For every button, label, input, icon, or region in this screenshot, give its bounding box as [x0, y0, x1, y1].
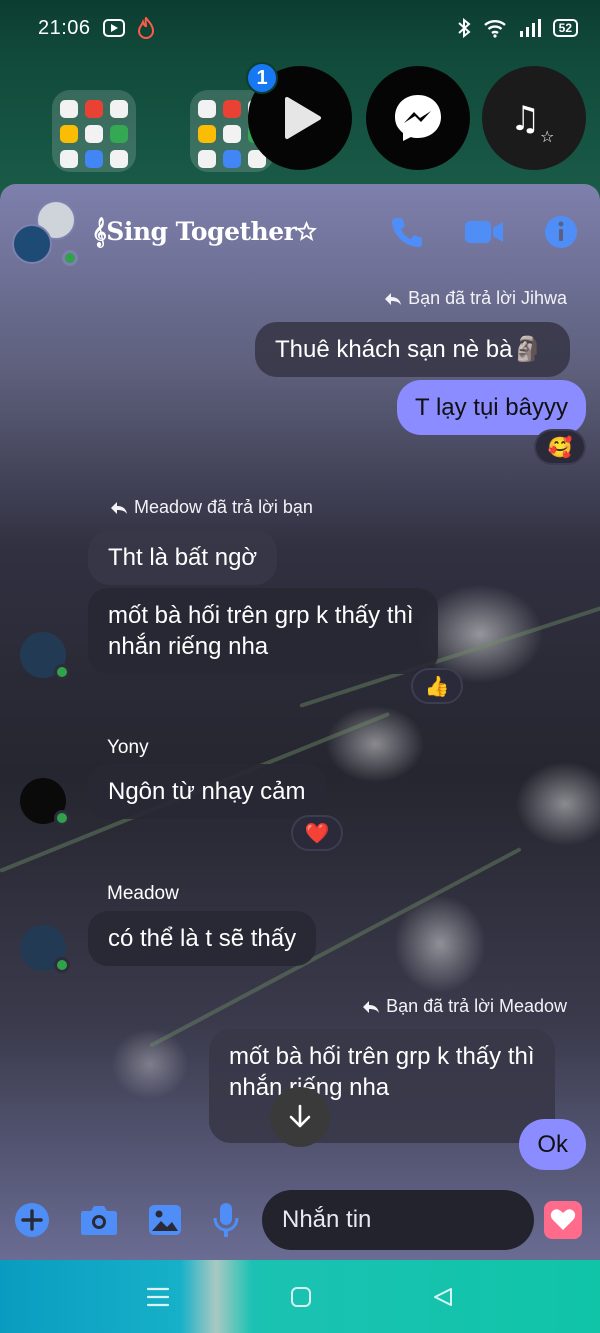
bluetooth-icon	[457, 18, 471, 38]
play-bubble[interactable]: 1	[246, 62, 352, 170]
app-folder-google[interactable]	[52, 90, 136, 172]
online-indicator	[54, 810, 70, 826]
sender-name: Meadow	[107, 883, 179, 904]
messenger-chat-panel: 𝄞Sing Together☆ Bạn đã trả lời Jihwa Thu…	[0, 184, 600, 1260]
home-screen-background: 1 ♫ ☆	[0, 56, 600, 196]
heart-send-button[interactable]	[544, 1200, 582, 1239]
status-time: 21:06	[38, 16, 91, 39]
reply-note: Bạn đã trả lời Meadow	[362, 996, 567, 1017]
messenger-icon	[395, 95, 441, 141]
quoted-message[interactable]: Tht là bất ngờ	[88, 530, 278, 585]
chat-header: 𝄞Sing Together☆	[0, 184, 600, 280]
incoming-message[interactable]: có thể là t sẽ thấy	[88, 911, 317, 966]
member-avatar	[12, 224, 52, 264]
plus-icon[interactable]	[14, 1202, 50, 1238]
battery-indicator: 52	[552, 19, 578, 37]
outgoing-message[interactable]: Ok	[519, 1119, 586, 1170]
chat-head-group-bubble[interactable]: ♫ ☆	[482, 66, 586, 170]
notification-badge: 1	[246, 62, 278, 94]
sender-avatar[interactable]	[20, 632, 70, 680]
scroll-down-arrow-icon	[289, 1104, 311, 1128]
phone-icon[interactable]	[390, 215, 424, 249]
online-indicator	[62, 250, 78, 266]
chat-title[interactable]: 𝄞Sing Together☆	[92, 217, 317, 247]
group-avatar[interactable]	[12, 200, 78, 266]
outgoing-message[interactable]: T lạy tụi bâyyy	[397, 380, 586, 435]
messenger-bubble[interactable]	[366, 66, 470, 170]
incoming-message[interactable]: mốt bà hối trên grp k thấy thì nhắn riến…	[88, 588, 438, 674]
camera-icon[interactable]	[80, 1204, 118, 1236]
online-indicator	[54, 664, 70, 680]
reaction-badge[interactable]: 🥰	[534, 429, 586, 465]
message-composer	[0, 1179, 600, 1260]
heart-icon	[550, 1208, 576, 1230]
quoted-message[interactable]: Thuê khách sạn nè bà🗿	[255, 322, 571, 377]
info-icon[interactable]	[544, 215, 578, 249]
sender-avatar[interactable]	[20, 925, 70, 973]
video-camera-icon[interactable]	[464, 218, 504, 246]
play-icon	[285, 97, 321, 139]
recent-apps-icon[interactable]	[146, 1286, 170, 1308]
sender-name: Yony	[107, 737, 149, 758]
online-indicator	[54, 957, 70, 973]
incoming-message[interactable]: Ngôn từ nhạy cảm	[88, 764, 326, 819]
fire-icon	[137, 17, 154, 39]
home-icon[interactable]	[290, 1286, 312, 1308]
music-notes-icon: ♫ ☆	[510, 99, 554, 146]
signal-icon	[519, 19, 541, 37]
wifi-icon	[483, 20, 506, 38]
reply-arrow-icon	[385, 292, 402, 305]
svg-text:♫: ♫	[510, 99, 540, 139]
screen-record-icon	[102, 19, 125, 37]
reply-arrow-icon	[111, 501, 127, 514]
system-navigation-bar	[0, 1260, 600, 1333]
message-input-container[interactable]	[262, 1189, 592, 1250]
sender-avatar[interactable]	[20, 778, 70, 826]
image-icon[interactable]	[148, 1204, 182, 1236]
reply-arrow-icon	[363, 1000, 380, 1013]
svg-text:☆: ☆	[540, 127, 554, 146]
back-icon[interactable]	[432, 1286, 454, 1308]
reply-note: Bạn đã trả lời Jihwa	[384, 288, 567, 309]
reaction-badge[interactable]: 👍	[411, 668, 463, 704]
scroll-down-button[interactable]	[270, 1087, 330, 1147]
status-bar: 21:06 52	[0, 0, 600, 56]
microphone-icon[interactable]	[212, 1202, 240, 1238]
reaction-badge[interactable]: ❤️	[291, 815, 343, 851]
quoted-message[interactable]: mốt bà hối trên grp k thấy thì nhắn riến…	[209, 1029, 555, 1143]
reply-note: Meadow đã trả lời bạn	[110, 497, 313, 518]
